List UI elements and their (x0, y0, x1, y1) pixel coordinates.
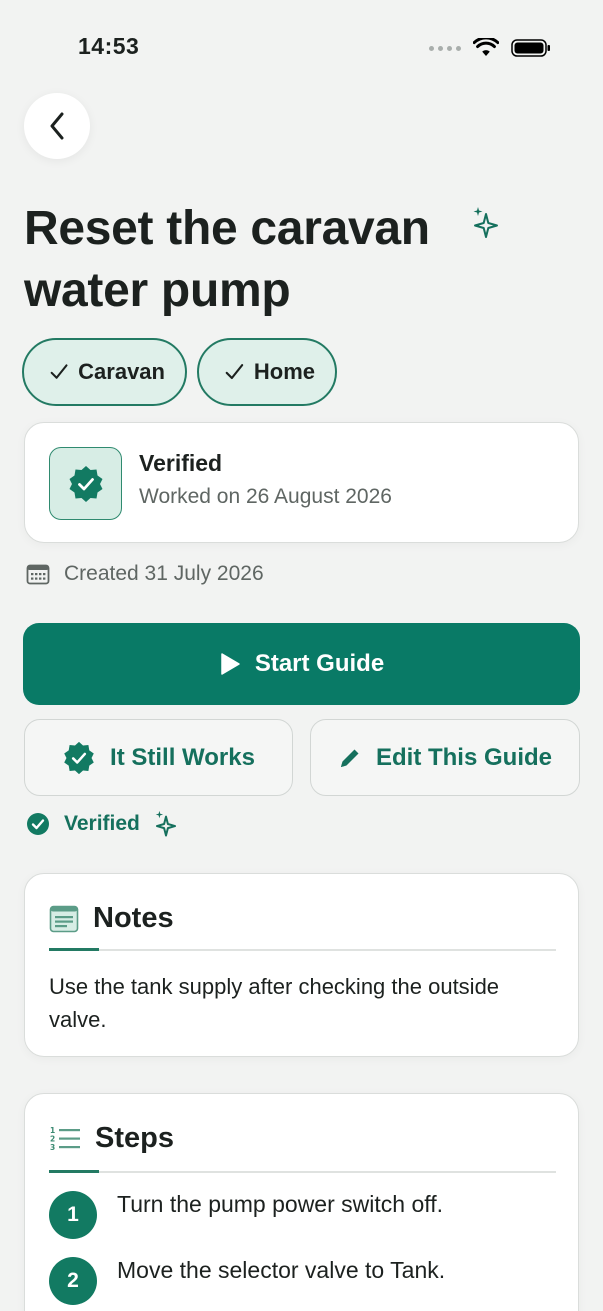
notes-divider (49, 948, 556, 951)
notes-text: Use the tank supply after checking the o… (49, 974, 500, 1032)
verified-card: Verified Worked on 26 August 2026 (24, 422, 579, 543)
back-button[interactable] (24, 93, 90, 159)
verified-date: Worked on 26 August 2026 (139, 485, 392, 508)
play-icon (221, 653, 240, 675)
check-icon (50, 364, 68, 379)
sparkle-icon (155, 810, 176, 837)
tag-label: Caravan (78, 359, 165, 384)
numbered-list-icon: 1 2 3 (50, 1126, 80, 1152)
step-item[interactable]: 2 Move the selector valve to Tank. (49, 1257, 445, 1305)
notes-card: Notes Use the tank supply after checking… (24, 873, 579, 1057)
steps-heading: Steps (95, 1122, 174, 1154)
tag-label: Home (253, 359, 315, 384)
battery-icon (511, 39, 550, 57)
chevron-left-icon (50, 112, 64, 140)
sparkle-icon (473, 207, 498, 238)
steps-header: 1 2 3 Steps (49, 1122, 174, 1155)
step-number: 2 (49, 1257, 97, 1305)
edit-guide-button[interactable]: Edit This Guide (310, 719, 580, 796)
step-text: Move the selector valve to Tank. (117, 1257, 446, 1283)
edit-guide-label: Edit This Guide (375, 743, 552, 771)
created-date-row: Created 31 July 2026 (26, 562, 264, 586)
it-still-works-label: It Still Works (110, 743, 255, 771)
pencil-icon (340, 749, 359, 767)
verified-status-label: Verified (64, 812, 140, 835)
verified-badge-container (49, 447, 122, 520)
status-icons (429, 38, 551, 58)
page-title: Reset the caravan water pump (24, 202, 430, 317)
step-item[interactable]: 1 Turn the pump power switch off. (49, 1191, 443, 1239)
step-number: 1 (49, 1191, 97, 1239)
notes-icon (49, 905, 79, 932)
verified-badge-icon (69, 465, 102, 502)
status-time: 14:53 (78, 33, 140, 59)
signal-dots-icon (429, 45, 461, 51)
start-guide-label: Start Guide (254, 650, 385, 677)
verified-status: Verified (26, 810, 178, 838)
steps-card: 1 2 3 Steps 1 Turn the pump power switch… (24, 1093, 579, 1311)
verified-title: Verified (139, 450, 223, 476)
check-circle-icon (27, 813, 49, 835)
verified-badge-icon (64, 741, 94, 774)
it-still-works-button[interactable]: It Still Works (24, 719, 293, 796)
notes-heading: Notes (93, 902, 174, 934)
svg-text:3: 3 (50, 1143, 55, 1152)
wifi-icon (473, 38, 499, 56)
check-icon (225, 364, 244, 380)
calendar-icon (26, 564, 50, 585)
tag-home[interactable]: Home (197, 338, 337, 406)
start-guide-button[interactable]: Start Guide (23, 623, 580, 705)
step-text: Turn the pump power switch off. (117, 1191, 443, 1217)
notes-header: Notes (49, 902, 174, 935)
steps-divider (49, 1170, 556, 1173)
created-date: Created 31 July 2026 (64, 562, 264, 585)
tag-caravan[interactable]: Caravan (22, 338, 187, 406)
